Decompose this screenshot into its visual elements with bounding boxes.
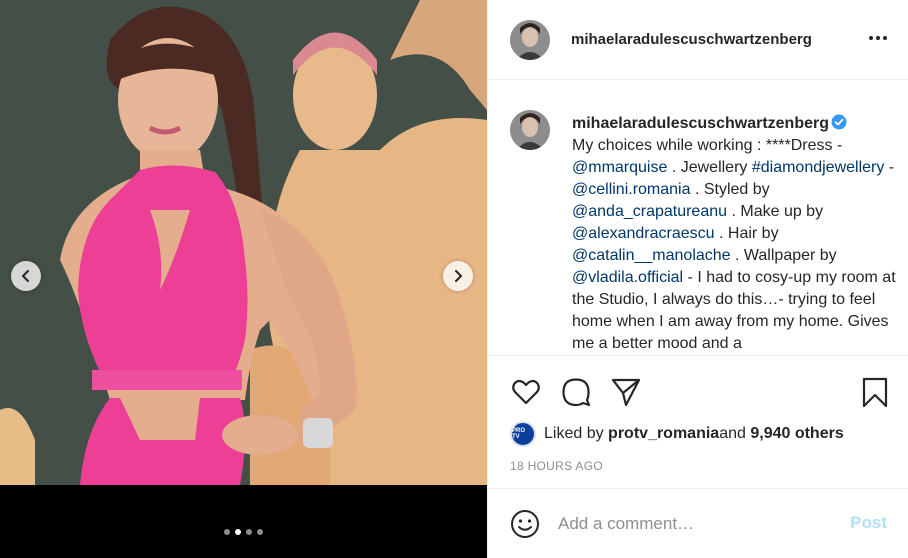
share-icon[interactable]	[610, 376, 642, 408]
carousel-indicator	[0, 529, 487, 535]
heart-icon[interactable]	[510, 376, 542, 408]
caption-text-segment: . Wallpaper by	[730, 247, 837, 264]
chevron-right-icon	[455, 270, 462, 282]
caption-tag-link[interactable]: @catalin__manolache	[572, 247, 731, 264]
post-timestamp[interactable]: 18 HOURS AGO	[510, 459, 603, 473]
post-media	[0, 0, 487, 558]
caption-tag-link[interactable]: @cellini.romania	[572, 181, 691, 198]
caption-body: My choices while working : ****Dress - @…	[572, 137, 896, 352]
bookmark-icon[interactable]	[859, 376, 891, 408]
caption-text-segment: . Make up by	[727, 203, 824, 220]
more-options-icon[interactable]	[869, 36, 887, 40]
caption-tag-link[interactable]: @mmarquise	[572, 159, 667, 176]
post-actions	[488, 355, 908, 430]
caption-text-segment: -	[884, 159, 895, 176]
carousel-dot	[257, 529, 263, 535]
comment-icon[interactable]	[560, 376, 592, 408]
post-comment-button[interactable]: Post	[850, 513, 887, 533]
caption-tag-link[interactable]: @alexandracraescu	[572, 225, 715, 242]
comment-input[interactable]	[558, 511, 828, 537]
caption-text-segment: My choices while working : ****Dress -	[572, 137, 843, 154]
carousel-next-button[interactable]	[443, 261, 473, 291]
verified-icon	[831, 114, 847, 130]
post-caption: mihaelaradulescuschwartzenberg My choice…	[510, 110, 902, 354]
carousel-prev-button[interactable]	[11, 261, 41, 291]
post-photo[interactable]	[0, 0, 487, 485]
caption-tag-link[interactable]: #diamondjewellery	[752, 159, 885, 176]
caption-tag-link[interactable]: @vladila.official	[572, 269, 683, 286]
post-header: mihaelaradulescuschwartzenberg	[488, 0, 908, 80]
carousel-dot	[235, 529, 241, 535]
likes-summary: PRO TV Liked by protv_romania and 9,940 …	[510, 421, 844, 447]
author-avatar[interactable]	[510, 19, 550, 60]
likes-middle: and	[719, 425, 746, 442]
likes-count[interactable]: 9,940 others	[750, 425, 843, 443]
caption-avatar[interactable]	[510, 110, 550, 150]
comment-bar: Post	[488, 488, 908, 558]
caption-text-segment: . Jewellery	[667, 159, 752, 176]
carousel-dot	[246, 529, 252, 535]
avatar-image	[510, 110, 550, 150]
post-side-panel: mihaelaradulescuschwartzenberg mihaelara…	[487, 0, 908, 558]
caption-text: mihaelaradulescuschwartzenberg My choice…	[572, 113, 902, 354]
photo-illustration	[0, 0, 487, 485]
caption-text-segment: . Styled by	[690, 181, 770, 198]
caption-username[interactable]: mihaelaradulescuschwartzenberg	[572, 115, 829, 132]
liker-username[interactable]: protv_romania	[608, 425, 719, 443]
emoji-icon[interactable]	[510, 509, 540, 539]
carousel-dot	[224, 529, 230, 535]
likes-prefix: Liked by	[544, 425, 604, 442]
chevron-left-icon	[22, 270, 29, 282]
caption-tag-link[interactable]: @anda_crapatureanu	[572, 203, 727, 220]
avatar-image	[510, 19, 550, 60]
caption-text-segment: . Hair by	[714, 225, 779, 242]
author-username[interactable]: mihaelaradulescuschwartzenberg	[571, 31, 843, 48]
liker-avatar[interactable]: PRO TV	[510, 421, 536, 447]
